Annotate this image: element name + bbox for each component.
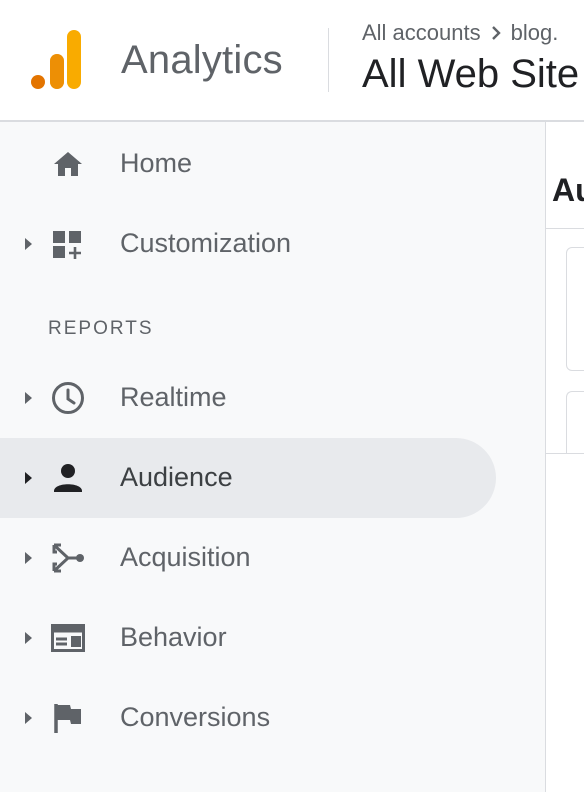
caret-right-icon[interactable]	[24, 236, 34, 252]
sidebar-item-conversions[interactable]: Conversions	[0, 678, 496, 758]
merge-arrows-icon	[52, 543, 84, 573]
chevron-right-icon	[491, 26, 501, 40]
sidebar-item-customization[interactable]: Customization	[0, 204, 496, 284]
breadcrumb-property[interactable]: blog.	[511, 20, 559, 46]
sidebar-item-label: Home	[120, 148, 193, 178]
caret-right-icon[interactable]	[24, 710, 34, 726]
sidebar-item-label: Realtime	[120, 382, 227, 412]
person-icon	[54, 464, 82, 492]
section-label-reports: REPORTS	[48, 318, 154, 339]
analytics-logo-icon[interactable]	[30, 30, 82, 90]
caret-right-icon[interactable]	[24, 550, 34, 566]
sidebar-item-label: Audience	[120, 462, 233, 492]
sidebar-item-behavior[interactable]: Behavior	[0, 598, 496, 678]
clock-icon	[52, 382, 84, 414]
sidebar-item-label: Behavior	[120, 622, 227, 652]
top-header: Analytics All accounts blog. All Web Sit…	[0, 0, 584, 122]
sidebar-nav: Home Customization REPORTS Realtime Audi…	[0, 122, 546, 792]
view-selector[interactable]: All Web Site	[362, 52, 579, 97]
sidebar-item-audience[interactable]: Audience	[0, 438, 496, 518]
report-card[interactable]	[566, 247, 584, 371]
breadcrumb-account[interactable]: All accounts	[362, 20, 481, 46]
sidebar-item-label: Acquisition	[120, 542, 251, 572]
caret-right-icon[interactable]	[24, 390, 34, 406]
header-divider	[328, 28, 329, 92]
report-tab[interactable]	[566, 391, 584, 454]
sidebar-item-acquisition[interactable]: Acquisition	[0, 518, 496, 598]
product-name: Analytics	[121, 38, 283, 82]
home-icon	[54, 152, 82, 176]
caret-right-icon[interactable]	[24, 470, 34, 486]
breadcrumb[interactable]: All accounts blog.	[362, 20, 558, 46]
sidebar-item-label: Customization	[120, 228, 292, 258]
sidebar-item-label: Conversions	[120, 702, 271, 732]
flag-icon	[54, 704, 81, 733]
caret-right-icon[interactable]	[24, 630, 34, 646]
dashboard-customization-icon	[53, 231, 81, 259]
report-panel	[546, 228, 584, 454]
page-title: Au	[552, 172, 584, 208]
main-content: Au	[546, 122, 584, 792]
sidebar-item-home[interactable]: Home	[0, 124, 496, 204]
sidebar-item-realtime[interactable]: Realtime	[0, 358, 496, 438]
web-layout-icon	[51, 624, 85, 652]
